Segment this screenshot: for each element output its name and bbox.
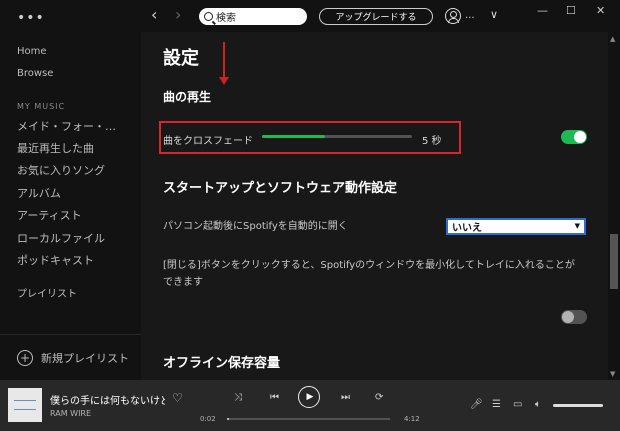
sidebar-section-my-music: MY MUSIC [17,102,66,111]
search-icon [204,12,213,21]
autostart-select[interactable]: いいえ ▼ [446,218,586,235]
next-icon[interactable]: ⏭ [341,392,350,403]
toggle-knob [574,131,586,143]
lyrics-icon[interactable]: 🎤︎ [470,399,483,410]
devices-icon[interactable]: ▭ [513,399,522,410]
sidebar-item-artists[interactable]: アーティスト [17,207,82,223]
autostart-select-value: いいえ [452,223,482,234]
plus-icon: + [17,350,33,366]
album-cover[interactable] [8,388,42,422]
sidebar-item-home[interactable]: Home [17,46,47,57]
crossfade-slider-fill [262,135,325,138]
volume-icon[interactable]: 🔈︎ [535,399,541,410]
playback-heading: 曲の再生 [163,90,212,104]
autostart-label: パソコン起動後にSpotifyを自動的に開く [163,221,348,232]
new-playlist-label: 新規プレイリスト [41,352,129,365]
sidebar: ••• Home Browse MY MUSIC メイド・フォー・… 最近再生し… [0,0,141,380]
close-button-description-cont: できます [163,277,203,288]
player-bar: 僕らの手には何もないけど RAM WIRE ♡ ⤨ ⏮ ▶ ⏭ ⟳ 0:02 4… [0,380,620,431]
duration-time: 4:12 [404,415,420,423]
heart-icon[interactable]: ♡ [172,391,183,405]
top-bar: ‹ › 検索 アップグレードする ... ∨ — ☐ ✕ [141,0,620,32]
scrollbar-thumb[interactable] [610,234,618,289]
sidebar-section-playlists: プレイリスト [17,289,77,300]
crossfade-value: 5 秒 [422,136,442,147]
search-input[interactable]: 検索 [199,8,307,25]
sidebar-item-recently-played[interactable]: 最近再生した曲 [17,140,94,156]
minimize-window-icon[interactable]: — [537,4,548,17]
previous-icon[interactable]: ⏮ [270,392,279,403]
scroll-down-icon[interactable]: ▼ [610,370,615,378]
scroll-up-icon[interactable]: ▲ [610,35,615,43]
crossfade-toggle[interactable] [561,130,587,144]
close-button-description: [閉じる]ボタンをクリックすると、Spotifyのウィンドウを最小化してトレイに… [163,260,575,271]
sidebar-item-podcasts[interactable]: ポッドキャスト [17,252,94,268]
sidebar-divider [0,334,141,335]
play-icon: ▶ [306,392,314,402]
maximize-window-icon[interactable]: ☐ [566,4,576,17]
playback-progress-fill [227,418,229,420]
minimize-to-tray-toggle[interactable] [561,310,587,324]
scrollbar[interactable]: ▲ ▼ [608,32,620,380]
upgrade-button[interactable]: アップグレードする [319,8,433,25]
annotation-red-arrow [219,42,229,85]
toggle-knob [562,311,574,323]
back-arrow-icon[interactable]: ‹ [151,5,157,24]
user-name[interactable]: ... [465,10,475,21]
cover-art [14,400,36,410]
crossfade-label: 曲をクロスフェード [163,136,253,147]
sidebar-item-made-for[interactable]: メイド・フォー・… [17,118,116,134]
repeat-icon[interactable]: ⟳ [375,392,383,403]
page-title: 設定 [163,48,199,69]
new-playlist-button[interactable]: + 新規プレイリスト [17,350,129,366]
playback-progress-bar[interactable] [227,418,390,420]
forward-arrow-icon[interactable]: › [175,5,181,24]
offline-storage-heading: オフライン保存容量 [163,356,281,371]
sidebar-item-liked-songs[interactable]: お気に入りソング [17,162,105,178]
elapsed-time: 0:02 [200,415,216,423]
queue-icon[interactable]: ☰ [492,399,501,410]
now-playing-artist[interactable]: RAM WIRE [50,409,91,418]
user-avatar-icon[interactable] [445,8,461,24]
app-menu-icon[interactable]: ••• [17,10,45,26]
sidebar-item-local-files[interactable]: ローカルファイル [17,230,105,246]
settings-page: 設定 曲の再生 曲をクロスフェード 5 秒 スタートアップとソフトウェア動作設定… [141,32,608,380]
shuffle-icon[interactable]: ⤨ [234,392,242,403]
crossfade-slider[interactable] [262,135,412,138]
startup-heading: スタートアップとソフトウェア動作設定 [163,181,398,196]
sidebar-item-browse[interactable]: Browse [17,68,53,79]
chevron-down-icon[interactable]: ∨ [490,8,498,21]
volume-slider[interactable] [553,404,603,407]
now-playing-title[interactable]: 僕らの手には何もないけど [50,392,165,407]
search-placeholder: 検索 [216,13,236,24]
caret-down-icon: ▼ [574,222,580,230]
close-window-icon[interactable]: ✕ [596,4,605,17]
sidebar-item-albums[interactable]: アルバム [17,185,61,201]
play-button[interactable]: ▶ [298,386,320,408]
